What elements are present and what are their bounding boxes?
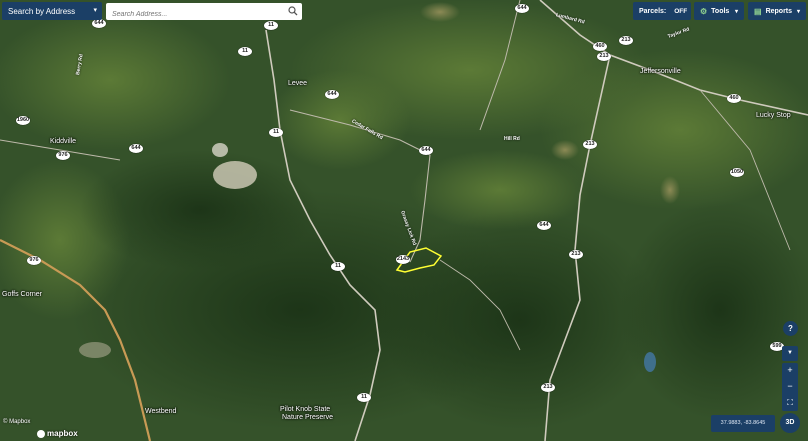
place-label: Kiddville [50, 138, 77, 145]
route-shield: 11 [331, 262, 345, 271]
route-shield: 1050 [730, 168, 744, 177]
route-shield: 11 [357, 393, 371, 402]
parcels-label: Parcels: [639, 7, 667, 15]
route-shield: 213 [597, 52, 611, 61]
help-button[interactable]: ? [783, 321, 798, 336]
place-label: Westbend [145, 408, 177, 415]
place-label: Jeffersonville [640, 68, 681, 75]
parcels-toggle-button[interactable]: Parcels: OFF [633, 2, 691, 20]
chevron-down-icon: ▾ [796, 8, 800, 15]
place-label: Nature Preserve [282, 414, 333, 421]
route-shield: 213 [541, 383, 555, 392]
route-shield: 460 [593, 42, 607, 51]
3d-toggle-button[interactable]: 3D [780, 413, 800, 433]
zoom-out-button[interactable]: − [782, 379, 798, 395]
route-shield: 644 [515, 4, 529, 13]
mapbox-logo-text: mapbox [47, 429, 78, 438]
map-copyright[interactable]: © Mapbox [3, 419, 30, 425]
reports-button[interactable]: ▤ Reports ▾ [748, 2, 806, 20]
place-label: Goffs Corner [2, 291, 42, 298]
chevron-down-icon: ▾ [734, 8, 738, 15]
route-shield: 976 [56, 151, 70, 160]
route-shield: 213 [619, 36, 633, 45]
search-icon[interactable] [288, 6, 298, 16]
layers-button[interactable]: ▼ [782, 346, 798, 361]
route-shield: 11 [238, 47, 252, 56]
tools-label: Tools [711, 7, 730, 15]
route-shield: 644 [419, 146, 433, 155]
place-label: Lucky Stop [756, 112, 791, 119]
parcels-state: OFF [674, 7, 688, 15]
route-shield: 976 [27, 256, 41, 265]
search-by-dropdown[interactable]: Search by Address ▾ [2, 2, 102, 20]
route-shield: 213 [569, 250, 583, 259]
gear-icon: ⚙ [700, 6, 708, 16]
tools-button[interactable]: ⚙ Tools ▾ [694, 2, 744, 20]
chevron-down-icon: ▾ [93, 7, 97, 14]
route-shield: 213 [583, 140, 597, 149]
route-shield: 11 [269, 128, 283, 137]
route-shield: 1960 [16, 116, 30, 125]
zoom-in-button[interactable]: + [782, 363, 798, 379]
route-shield: 644 [129, 144, 143, 153]
fullscreen-button[interactable]: ⛶ [782, 395, 798, 411]
route-shield: 644 [325, 90, 339, 99]
search-box[interactable] [106, 3, 302, 23]
search-by-label: Search by Address [8, 6, 76, 16]
place-label: Pilot Knob State [280, 406, 331, 413]
search-input[interactable] [110, 6, 284, 23]
report-icon: ▤ [754, 6, 762, 16]
route-shield: 644 [537, 221, 551, 230]
route-shield: 460 [727, 94, 741, 103]
mapbox-logo-icon [37, 429, 45, 438]
reports-label: Reports [765, 7, 793, 15]
road-label: Hill Rd [504, 136, 520, 142]
coordinate-readout: 37.9883, -83.8645 [711, 415, 775, 432]
route-shield: 644 [92, 19, 106, 28]
place-label: Levee [288, 80, 308, 87]
mapbox-logo[interactable]: mapbox [37, 429, 78, 438]
route-shield: 2143 [396, 255, 410, 264]
